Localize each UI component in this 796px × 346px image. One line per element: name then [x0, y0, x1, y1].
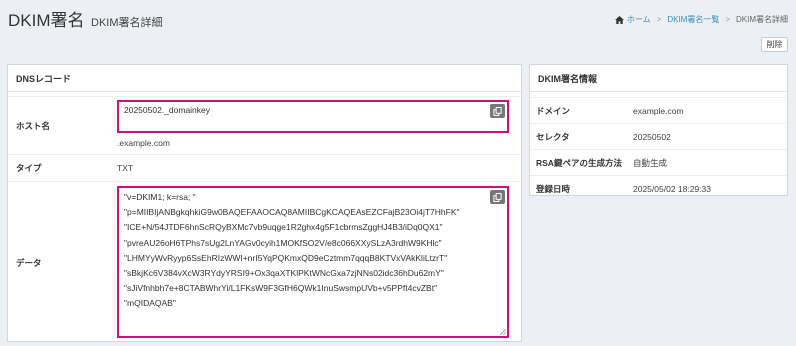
dns-record-panel-title: DNSレコード — [8, 65, 521, 92]
table-row: セレクタ 20250502 — [530, 123, 787, 150]
rsa-method-value: 自動生成 — [632, 149, 787, 176]
dns-record-table: ホスト名 20250502._domainkey .example.com タイ… — [8, 96, 521, 344]
registered-at-value: 2025/05/02 18:29:33 — [632, 175, 787, 201]
data-label: データ — [8, 181, 113, 344]
selector-label: セレクタ — [530, 123, 632, 150]
table-row: 登録日時 2025/05/02 18:29:33 — [530, 175, 787, 201]
dkim-info-panel-title: DKIM署名情報 — [530, 65, 787, 92]
dns-data-line: "v=DKIM1; k=rsa; " — [124, 192, 196, 202]
dns-data-line: "mQIDAQAB" — [124, 298, 176, 309]
breadcrumb-separator: > — [725, 15, 730, 24]
domain-label: ドメイン — [530, 97, 632, 124]
breadcrumb-dkim-list-link[interactable]: DKIM署名一覧 — [667, 14, 719, 25]
host-name-value: 20250502._domainkey — [124, 105, 211, 115]
dns-record-panel: DNSレコード ホスト名 20250502._domainkey .exampl… — [7, 64, 522, 344]
breadcrumb-separator: > — [656, 15, 662, 24]
domain-value: example.com — [632, 97, 787, 124]
table-row: データ "v=DKIM1; k=rsa; " "p=MIIBIjANBgkqhk… — [8, 181, 521, 344]
selector-value: 20250502 — [632, 123, 787, 150]
registered-at-label: 登録日時 — [530, 175, 632, 201]
breadcrumb: ホーム > DKIM署名一覧 > DKIM署名詳細 — [614, 14, 788, 25]
dns-data-line: "sBkjKc6V384vXcW3RYdyYRSI9+Ox3qaXTKlPKtW… — [124, 268, 444, 279]
table-row: タイプ TXT — [8, 154, 521, 182]
dns-data-content: "v=DKIM1; k=rsa; " "p=MIIBIjANBgkqhkiG9w… — [119, 188, 507, 315]
page-subtitle: DKIM署名詳細 — [91, 17, 163, 29]
resize-handle-icon[interactable] — [500, 329, 506, 335]
dns-data-line: "pvreAU26oH6TPhs7sUg2LnYAGv0cyih1MOKfSO2… — [124, 237, 442, 248]
type-label: タイプ — [8, 154, 113, 182]
home-icon — [614, 15, 624, 24]
table-row: ホスト名 20250502._domainkey .example.com — [8, 96, 521, 155]
page-title-main: DKIM署名 — [8, 11, 85, 30]
host-name-field[interactable]: 20250502._domainkey — [117, 100, 509, 133]
breadcrumb-home-link[interactable]: ホーム — [627, 14, 651, 25]
host-label: ホスト名 — [8, 96, 113, 155]
dns-data-textarea[interactable]: "v=DKIM1; k=rsa; " "p=MIIBIjANBgkqhkiG9w… — [117, 186, 509, 338]
breadcrumb-current: DKIM署名詳細 — [736, 15, 788, 24]
host-domain-suffix: .example.com — [117, 138, 170, 148]
copy-icon — [493, 106, 502, 116]
copy-host-button[interactable] — [490, 104, 505, 118]
table-row: ドメイン example.com — [530, 97, 787, 124]
page-title: DKIM署名 DKIM署名詳細 — [8, 6, 163, 31]
delete-button[interactable]: 削除 — [761, 37, 788, 52]
dkim-info-table: ドメイン example.com セレクタ 20250502 RSA鍵ペアの生成… — [530, 97, 787, 201]
dns-data-line: "p=MIIBIjANBgkqhkiG9w0BAQEFAAOCAQ8AMIIBC… — [124, 207, 460, 218]
type-value: TXT — [113, 154, 521, 182]
dns-data-line: "sJiVfnhbh7e+8CTABWhrYi/L1FKsW9F3GfH6QWk… — [124, 283, 438, 294]
table-row: RSA鍵ペアの生成方法 自動生成 — [530, 149, 787, 176]
dns-data-line: "ICE+N/54JTDF6hnScRQyBXMc7vb9uqge1R2ghx4… — [124, 222, 443, 233]
copy-data-button[interactable] — [490, 190, 505, 204]
dns-data-line: "LHMYyWvRyyp6SsEhRIzWWI+nrI5YqPQKmxQD9eC… — [124, 252, 448, 263]
dkim-info-panel: DKIM署名情報 ドメイン example.com セレクタ 20250502 … — [529, 64, 788, 201]
copy-icon — [493, 192, 502, 202]
rsa-method-label: RSA鍵ペアの生成方法 — [530, 149, 632, 176]
